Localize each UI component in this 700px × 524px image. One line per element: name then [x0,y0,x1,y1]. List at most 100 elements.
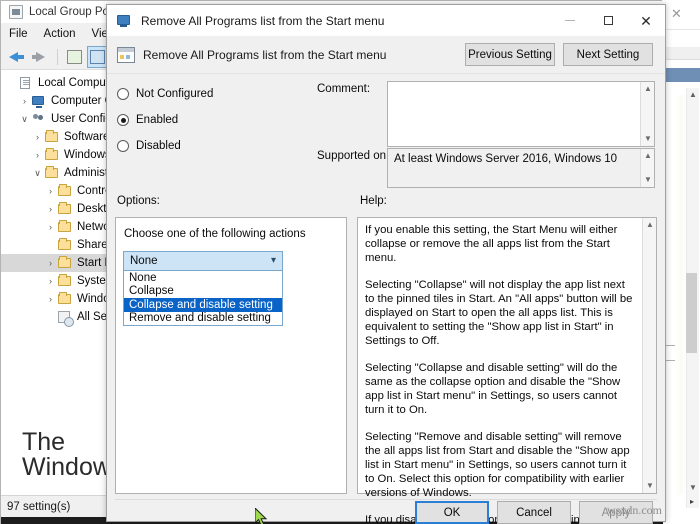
folder-icon [57,292,73,306]
minimize-icon[interactable] [551,5,589,36]
secondary-detail-line [665,345,675,346]
screenshot-root: ✕ ▲ ▼ ▸ Local Group Policy Editor File A… [0,0,700,524]
chevron-right-icon[interactable]: › [18,96,31,106]
menu-item-action[interactable]: Action [44,28,76,40]
scroll-down-icon[interactable]: ▼ [644,176,652,184]
scrollbar-thumb[interactable] [686,273,697,353]
folder-icon [57,274,73,288]
options-panel: Choose one of the following actions None… [115,217,347,524]
dialog-title-text: Remove All Programs list from the Start … [141,13,385,28]
scroll-up-icon[interactable]: ▲ [689,90,697,99]
radio-label: Disabled [136,140,181,152]
toolbar-divider [57,48,58,65]
folder-icon [44,130,60,144]
corner-credit-watermark: wsxdn.com [607,503,662,517]
dropdown-option[interactable]: Collapse [124,285,282,299]
action-combobox[interactable]: None ▾ [123,251,283,271]
ok-button[interactable]: OK [415,501,489,524]
scroll-right-icon[interactable]: ▸ [690,497,694,506]
combobox-value: None [130,255,158,267]
cancel-button[interactable]: Cancel [497,501,571,524]
folder-icon [57,202,73,216]
background-secondary-window: ✕ ▲ ▼ ▸ [660,0,700,524]
policy-root-icon [18,76,34,90]
comment-input[interactable]: ▲ ▼ [387,81,655,147]
folder-icon [57,220,73,234]
policy-setting-dialog: Remove All Programs list from the Start … [106,4,666,524]
dropdown-option[interactable]: Remove and disable setting [124,312,282,326]
chevron-right-icon[interactable]: › [44,204,57,214]
help-text: If you enable this setting, the Start Me… [365,223,633,524]
chevron-right-icon[interactable]: › [44,258,57,268]
help-paragraph: If you enable this setting, the Start Me… [365,224,618,264]
menu-item-file[interactable]: File [9,28,28,40]
radio-dot-selected [117,114,129,126]
setting-name-label: Remove All Programs list from the Start … [143,47,387,62]
dialog-titlebar[interactable]: Remove All Programs list from the Start … [107,5,665,36]
scroll-down-icon[interactable]: ▼ [646,482,654,490]
footer-divider [115,499,657,500]
chevron-down-icon[interactable]: ∨ [18,114,31,125]
window-controls: ✕ [551,5,665,36]
folder-icon [57,256,73,270]
previous-setting-button[interactable]: Previous Setting [465,43,555,66]
next-setting-button[interactable]: Next Setting [563,43,653,66]
up-folder-icon[interactable] [65,47,85,67]
chevron-right-icon[interactable]: › [44,186,57,196]
scroll-up-icon[interactable]: ▲ [644,85,652,93]
secondary-selected-row [661,68,700,82]
radio-enabled[interactable]: Enabled [117,107,217,133]
mouse-pointer-icon [255,508,268,524]
scroll-down-icon[interactable]: ▼ [689,483,697,492]
scroll-up-icon[interactable]: ▲ [644,152,652,160]
computer-config-icon [31,94,47,108]
chevron-right-icon[interactable]: › [44,294,57,304]
comment-label: Comment: [317,83,371,95]
scroll-up-icon[interactable]: ▲ [646,221,654,229]
watermark-line1: The [22,428,66,456]
help-panel: If you enable this setting, the Start Me… [357,217,657,524]
setting-count-label: 97 setting(s) [7,500,71,513]
radio-label: Not Configured [136,88,214,100]
chevron-right-icon[interactable]: › [31,132,44,142]
user-config-icon [31,112,47,126]
help-paragraph: Selecting "Collapse" will not display th… [365,279,633,347]
folder-icon [57,238,73,252]
action-prompt-label: Choose one of the following actions [124,228,306,240]
forward-arrow-icon[interactable] [30,47,50,67]
chevron-right-icon[interactable]: › [44,276,57,286]
folder-icon [44,166,60,180]
scroll-down-icon[interactable]: ▼ [644,135,652,143]
help-scrollbar[interactable]: ▲ ▼ [642,218,656,493]
radio-dot [117,88,129,100]
folder-icon [44,148,60,162]
radio-dot [117,140,129,152]
back-arrow-icon[interactable] [7,47,27,67]
radio-not-configured[interactable]: Not Configured [117,81,217,107]
dropdown-option[interactable]: Collapse and disable setting [124,298,282,312]
options-section-label: Options: [117,195,160,207]
navigation-buttons: Previous Setting Next Setting [465,43,653,66]
chevron-right-icon[interactable]: › [31,150,44,160]
state-radio-group: Not Configured Enabled Disabled [117,81,217,159]
setting-window-icon [117,14,133,28]
help-section-label: Help: [360,195,387,207]
policy-editor-icon [9,5,23,19]
policy-setting-icon [117,46,135,63]
chevron-down-icon[interactable]: ∨ [31,168,44,179]
show-hide-tree-icon[interactable] [87,45,109,68]
supported-scrollbar[interactable]: ▲ ▼ [640,149,654,187]
dropdown-option[interactable]: None [124,271,282,285]
close-icon[interactable]: ✕ [627,5,665,36]
radio-disabled[interactable]: Disabled [117,133,217,159]
action-dropdown-list[interactable]: None Collapse Collapse and disable setting… [123,271,283,326]
secondary-detail-line [665,360,675,361]
comment-scrollbar[interactable]: ▲ ▼ [640,82,654,146]
maximize-icon[interactable] [589,5,627,36]
secondary-vertical-scrollbar[interactable]: ▲ ▼ ▸ [686,88,699,508]
secondary-window-titlebar: ✕ [661,0,700,30]
chevron-down-icon[interactable]: ▾ [271,255,276,266]
dialog-header: Remove All Programs list from the Start … [107,36,665,73]
chevron-right-icon[interactable]: › [44,222,57,232]
secondary-close-icon[interactable]: ✕ [671,6,682,22]
